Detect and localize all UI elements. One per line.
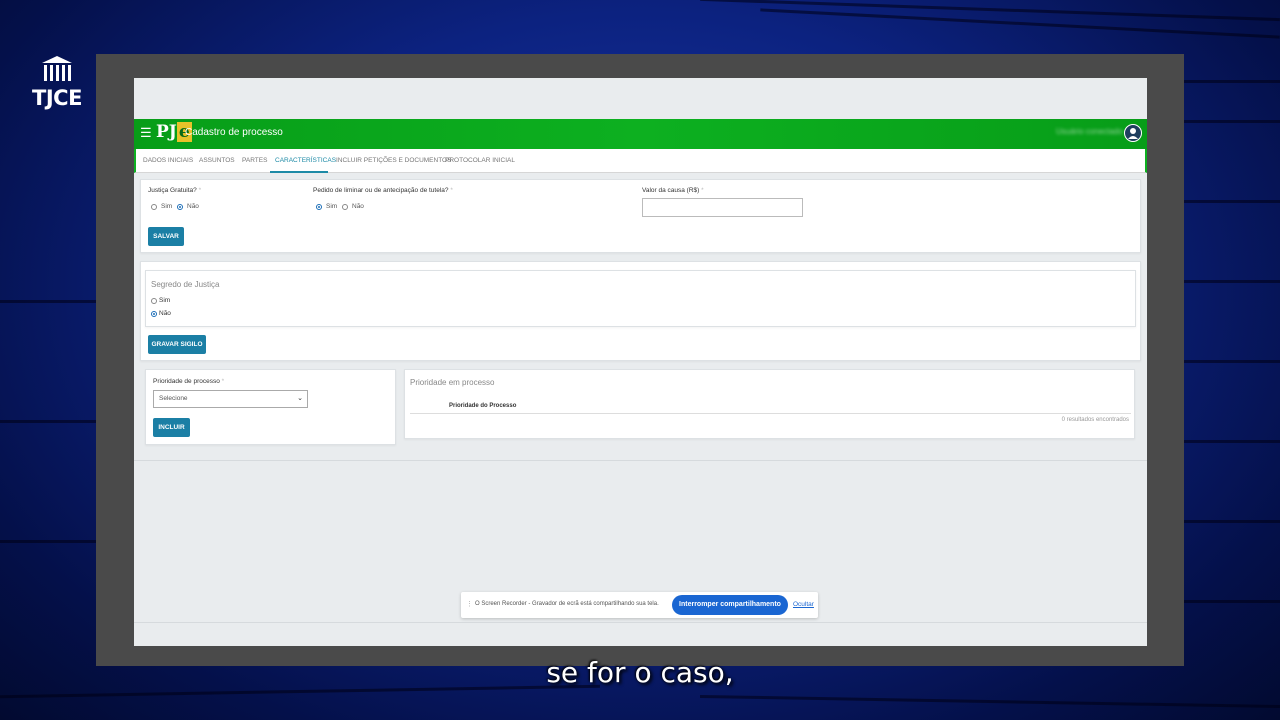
justica-gratuita-nao-radio[interactable] [177,204,183,210]
gravar-sigilo-button[interactable]: GRAVAR SIGILO [148,335,206,354]
app-header: ☰ PJ e Cadastro de processo Usuário conec… [134,119,1147,149]
tab-assuntos[interactable]: ASSUNTOS [199,157,235,164]
app-screen: ☰ PJ e Cadastro de processo Usuário conec… [134,78,1147,646]
active-tab-indicator [270,171,328,173]
tjce-logo-text: TJCE [32,86,82,110]
justica-gratuita-label: Justiça Gratuita? * [148,187,202,194]
prioridade-column-header: Prioridade do Processo [449,403,517,409]
tab-dados-iniciais[interactable]: DADOS INICIAIS [143,157,193,164]
content-divider [134,460,1147,461]
hide-link[interactable]: Ocultar [793,601,814,608]
segredo-sim-radio[interactable] [151,298,157,304]
segredo-title: Segredo de Justiça [151,280,220,289]
justica-gratuita-sim-radio[interactable] [151,204,157,210]
drag-handle-icon[interactable]: ⋮ [466,600,473,608]
prioridade-label: Prioridade de processo * [153,378,225,385]
justica-gratuita-nao-label: Não [187,203,199,210]
tjce-logo: TJCE [28,54,86,110]
pedido-liminar-sim-radio[interactable] [316,204,322,210]
segredo-inner: Segredo de Justiça Sim Não [145,270,1136,327]
prioridade-select-value: Selecione [159,395,188,402]
tab-caracteristicas[interactable]: CARACTERÍSTICAS [275,157,336,164]
segredo-card: Segredo de Justiça Sim Não GRAVAR SIGILO [140,261,1141,361]
justica-gratuita-sim-label: Sim [161,203,173,210]
characteristics-card: Justiça Gratuita? * Sim Não Pedido de li… [140,179,1141,253]
courthouse-icon [42,56,72,81]
table-divider [410,413,1131,414]
screen-share-bar: ⋮ O Screen Recorder - Gravador de ecrã e… [461,592,818,618]
menu-icon[interactable]: ☰ [140,126,152,140]
pedido-liminar-sim-label: Sim [326,203,338,210]
chevron-down-icon: ⌄ [297,395,303,402]
results-count: 0 resultados encontrados [1061,417,1129,423]
pedido-liminar-label: Pedido de liminar ou de antecipação de t… [313,187,453,194]
valor-causa-input[interactable] [642,198,803,217]
pedido-liminar-nao-label: Não [352,203,364,210]
page-title: Cadastro de processo [185,127,283,138]
prioridade-panel-title: Prioridade em processo [410,378,495,387]
tab-partes[interactable]: PARTES [242,157,267,164]
bottom-divider [134,622,1147,623]
tab-protocolar-inicial[interactable]: PROTOCOLAR INICIAL [445,157,515,164]
segredo-nao-label: Não [159,310,171,317]
tab-incluir-peticoes[interactable]: INCLUIR PETIÇÕES E DOCUMENTOS [336,157,451,164]
incluir-button[interactable]: INCLUIR [153,418,190,437]
prioridade-select[interactable]: Selecione ⌄ [153,390,308,408]
valor-causa-label: Valor da causa (R$) * [642,187,704,194]
segredo-nao-radio[interactable] [151,311,157,317]
salvar-button[interactable]: SALVAR [148,227,184,246]
stop-sharing-button[interactable]: Interromper compartilhamento [672,595,788,615]
prioridade-panel: Prioridade em processo Prioridade do Pro… [404,369,1135,439]
user-avatar-icon[interactable] [1124,124,1142,142]
segredo-sim-label: Sim [159,297,171,304]
user-name: Usuário conectado [1056,127,1123,136]
pedido-liminar-nao-radio[interactable] [342,204,348,210]
tab-bar: DADOS INICIAIS ASSUNTOS PARTES CARACTERÍ… [134,149,1147,173]
share-message: O Screen Recorder - Gravador de ecrã est… [475,601,659,607]
video-subtitle: se for o caso, [546,656,734,689]
prioridade-card: Prioridade de processo * Selecione ⌄ INC… [145,369,396,445]
